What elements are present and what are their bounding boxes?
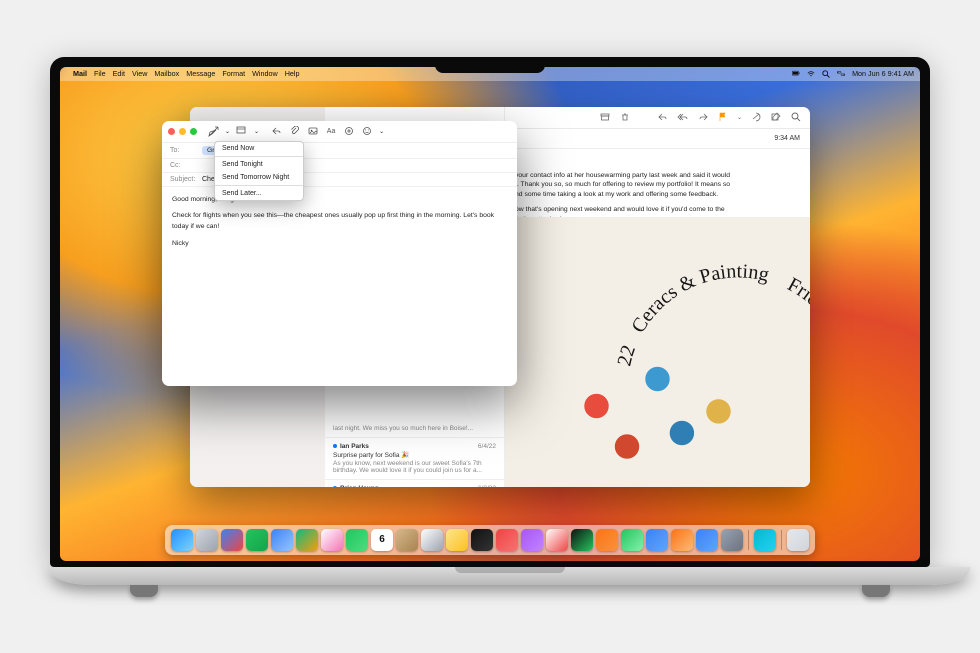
menu-datetime[interactable]: Mon Jun 6 9:41 AM xyxy=(852,69,914,78)
dock-numbers[interactable] xyxy=(621,529,643,551)
menu-edit[interactable]: Edit xyxy=(113,69,125,78)
dock-appstore[interactable] xyxy=(696,529,718,551)
dock-safari[interactable] xyxy=(221,529,243,551)
header-chevron-icon[interactable]: ⌄ xyxy=(254,128,259,135)
attachment-image[interactable]: 22 Ceracs & Painting Friday, June xyxy=(505,217,810,487)
dock-separator xyxy=(748,530,749,550)
dock-maps[interactable] xyxy=(296,529,318,551)
menu-format[interactable]: Format xyxy=(222,69,245,78)
dock-keynote[interactable] xyxy=(646,529,668,551)
cc-label: Cc: xyxy=(170,162,198,169)
format-icon[interactable]: Aa xyxy=(325,125,337,137)
dock-separator xyxy=(781,530,782,550)
menu-send-later[interactable]: Send Later... xyxy=(215,187,303,200)
control-center-icon[interactable] xyxy=(837,70,845,78)
dock-trash[interactable] xyxy=(787,529,809,551)
wifi-icon[interactable] xyxy=(807,70,815,78)
link-icon[interactable] xyxy=(307,125,319,137)
menu-message[interactable]: Message xyxy=(186,69,215,78)
dock-tv[interactable] xyxy=(471,529,493,551)
dock: 6 xyxy=(165,525,815,555)
emoji-icon[interactable] xyxy=(361,125,373,137)
subject-label: Subject: xyxy=(170,176,198,183)
svg-text:22 Ceracs & Painting Frid: 22 Ceracs & Painting Friday, June xyxy=(610,187,810,368)
menu-help[interactable]: Help xyxy=(285,69,300,78)
emoji-chevron-icon[interactable]: ⌄ xyxy=(379,128,384,135)
dock-pages[interactable] xyxy=(671,529,693,551)
compose-toolbar: ⌄ ⌄ Aa ⌄ xyxy=(162,121,517,143)
dock-books[interactable] xyxy=(596,529,618,551)
menu-send-tomorrow[interactable]: Send Tomorrow Night xyxy=(215,171,303,184)
unread-dot-icon xyxy=(333,486,337,487)
menu-send-now[interactable]: Send Now xyxy=(215,142,303,155)
menu-send-tonight[interactable]: Send Tonight xyxy=(215,158,303,171)
dock-settings[interactable] xyxy=(721,529,743,551)
menu-view[interactable]: View xyxy=(132,69,147,78)
dock-podcasts[interactable] xyxy=(521,529,543,551)
close-button[interactable] xyxy=(168,128,175,135)
battery-icon[interactable] xyxy=(792,70,800,78)
attach-icon[interactable] xyxy=(289,125,301,137)
message-time: 9:34 AM xyxy=(774,135,800,142)
dock-launchpad[interactable] xyxy=(196,529,218,551)
dock-finder[interactable] xyxy=(171,529,193,551)
dock-stocks[interactable] xyxy=(571,529,593,551)
zoom-button[interactable] xyxy=(190,128,197,135)
dock-facetime[interactable] xyxy=(346,529,368,551)
send-dropdown-chevron-icon[interactable]: ⌄ xyxy=(225,128,230,135)
compose-window: ⌄ ⌄ Aa ⌄ To: Greg Scheer Cc xyxy=(162,121,517,386)
reply-format-icon[interactable] xyxy=(271,125,283,137)
send-icon[interactable] xyxy=(207,125,219,137)
dock-news[interactable] xyxy=(546,529,568,551)
dock-reminders[interactable] xyxy=(421,529,443,551)
dock-music[interactable] xyxy=(496,529,518,551)
menu-app-name[interactable]: Mail xyxy=(73,69,87,78)
dock-photos[interactable] xyxy=(321,529,343,551)
unread-dot-icon xyxy=(333,444,337,448)
minimize-button[interactable] xyxy=(179,128,186,135)
dock-mail[interactable] xyxy=(271,529,293,551)
dock-notes[interactable] xyxy=(446,529,468,551)
dock-preview[interactable] xyxy=(754,529,776,551)
list-item[interactable]: last night. We miss you so much here in … xyxy=(325,419,504,438)
menu-window[interactable]: Window xyxy=(252,69,278,78)
menu-mailbox[interactable]: Mailbox xyxy=(154,69,179,78)
dock-messages[interactable] xyxy=(246,529,268,551)
send-later-menu: Send Now Send Tonight Send Tomorrow Nigh… xyxy=(214,141,304,201)
list-item[interactable]: Brian Heung6/3/22 Book cover? Hi Nick, s… xyxy=(325,480,504,487)
mail-content-pane: 9:34 AM your contact info at her housewa… xyxy=(505,107,810,487)
to-label: To: xyxy=(170,147,198,154)
dock-contacts[interactable] xyxy=(396,529,418,551)
header-fields-icon[interactable] xyxy=(236,125,248,137)
desktop: Mail File Edit View Mailbox Message Form… xyxy=(60,67,920,561)
menu-file[interactable]: File xyxy=(94,69,106,78)
dock-calendar[interactable]: 6 xyxy=(371,529,393,551)
list-item[interactable]: Ian Parks6/4/22 Surprise party for Sofia… xyxy=(325,438,504,480)
spotlight-icon[interactable] xyxy=(822,70,830,78)
markup-icon[interactable] xyxy=(343,125,355,137)
